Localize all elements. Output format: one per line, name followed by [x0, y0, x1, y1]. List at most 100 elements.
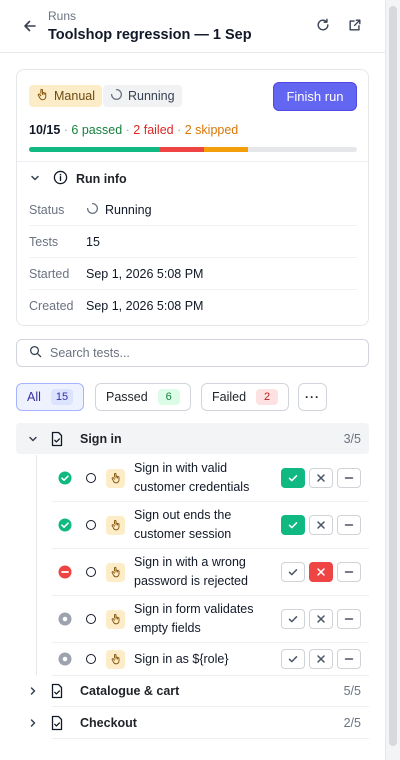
- hand-pointer-icon: [36, 88, 49, 104]
- progress-count: 10/15: [29, 123, 61, 137]
- run-panel: Runs Toolshop regression — 1 Sep Manual …: [0, 0, 386, 760]
- failed-status-icon: [55, 565, 75, 579]
- result-actions: [281, 515, 361, 535]
- test-case-row[interactable]: Sign in with valid customer credentials: [52, 455, 369, 502]
- document-check-icon: [50, 431, 80, 447]
- group-checkout[interactable]: Checkout 2/5: [16, 707, 369, 738]
- mark-failed-button[interactable]: [309, 468, 333, 488]
- test-case-name[interactable]: Sign in form validates empty fields: [134, 600, 274, 638]
- result-actions: [281, 609, 361, 629]
- select-radio[interactable]: [86, 614, 96, 624]
- mark-failed-button[interactable]: [309, 609, 333, 629]
- chevron-right-icon: [16, 717, 50, 729]
- passed-status-icon: [55, 518, 75, 532]
- group-sign-in[interactable]: Sign in 3/5: [16, 423, 369, 454]
- test-case-row[interactable]: Sign in as ${role}: [52, 643, 369, 675]
- group-count: 2/5: [343, 715, 361, 730]
- run-summary-text: 10/15 · 6 passed · 2 failed · 2 skipped: [29, 123, 239, 137]
- refresh-icon[interactable]: [314, 16, 332, 34]
- select-radio[interactable]: [86, 473, 96, 483]
- group-name: Checkout: [80, 715, 137, 730]
- run-info-row-started: Started Sep 1, 2026 5:08 PM: [29, 258, 357, 290]
- divider: [52, 738, 369, 739]
- hand-pointer-icon: [106, 649, 125, 669]
- hand-pointer-icon: [106, 562, 125, 582]
- group-catalogue-cart[interactable]: Catalogue & cart 5/5: [16, 675, 369, 706]
- test-case-row[interactable]: Sign out ends the customer session: [52, 502, 369, 549]
- passed-count: 6 passed: [71, 123, 123, 137]
- mark-skipped-button[interactable]: [337, 468, 361, 488]
- spinner-icon: [86, 202, 99, 218]
- result-actions: [281, 649, 361, 669]
- select-radio[interactable]: [86, 654, 96, 664]
- result-actions: [281, 468, 361, 488]
- back-icon[interactable]: [20, 16, 40, 36]
- mark-passed-button[interactable]: [281, 649, 305, 669]
- document-check-icon: [50, 683, 80, 699]
- search-box: [16, 339, 369, 367]
- external-link-icon[interactable]: [346, 16, 364, 34]
- test-case-name[interactable]: Sign in as ${role}: [134, 650, 274, 669]
- select-radio[interactable]: [86, 520, 96, 530]
- scrollbar-thumb[interactable]: [389, 6, 397, 746]
- run-summary-card: Manual Running Finish run 10/15 · 6 pass…: [16, 69, 369, 326]
- manual-badge: Manual: [29, 85, 102, 107]
- progress-skipped-segment: [204, 147, 248, 152]
- search-icon: [29, 345, 42, 361]
- count-badge: 6: [157, 389, 180, 405]
- running-badge-label: Running: [128, 89, 175, 103]
- test-case-name[interactable]: Sign out ends the customer session: [134, 506, 274, 544]
- mark-passed-button[interactable]: [281, 562, 305, 582]
- mark-failed-button[interactable]: [309, 515, 333, 535]
- filter-passed[interactable]: Passed 6: [95, 383, 191, 411]
- filter-failed[interactable]: Failed 2: [201, 383, 290, 411]
- skipped-count: 2 skipped: [184, 123, 239, 137]
- skipped-status-icon: [55, 652, 75, 666]
- manual-badge-label: Manual: [54, 89, 95, 103]
- group-count: 5/5: [343, 683, 361, 698]
- more-filters-button[interactable]: ···: [298, 383, 327, 411]
- group-name: Sign in: [80, 431, 122, 446]
- scrollbar[interactable]: [386, 0, 400, 760]
- test-case-row[interactable]: Sign in with a wrong password is rejecte…: [52, 549, 369, 596]
- document-check-icon: [50, 715, 80, 731]
- mark-skipped-button[interactable]: [337, 515, 361, 535]
- mark-passed-button[interactable]: [281, 515, 305, 535]
- passed-status-icon: [55, 471, 75, 485]
- mark-failed-button[interactable]: [309, 649, 333, 669]
- chevron-down-icon: [16, 433, 50, 445]
- info-icon: [53, 170, 68, 188]
- search-input[interactable]: [50, 346, 340, 360]
- select-radio[interactable]: [86, 567, 96, 577]
- test-case-row[interactable]: Sign in form validates empty fields: [52, 596, 369, 643]
- failed-count: 2 failed: [133, 123, 174, 137]
- mark-skipped-button[interactable]: [337, 609, 361, 629]
- hand-pointer-icon: [106, 609, 125, 629]
- tree-line: [36, 455, 37, 675]
- panel-header: Runs Toolshop regression — 1 Sep: [0, 0, 385, 53]
- mark-passed-button[interactable]: [281, 468, 305, 488]
- chevron-right-icon: [16, 685, 50, 697]
- mark-skipped-button[interactable]: [337, 649, 361, 669]
- test-case-name[interactable]: Sign in with a wrong password is rejecte…: [134, 553, 274, 591]
- mark-failed-button[interactable]: [309, 562, 333, 582]
- hand-pointer-icon: [106, 468, 125, 488]
- filter-all[interactable]: All 15: [16, 383, 85, 411]
- progress-passed-segment: [29, 147, 160, 152]
- mark-passed-button[interactable]: [281, 609, 305, 629]
- group-count: 3/5: [343, 431, 361, 446]
- mark-skipped-button[interactable]: [337, 562, 361, 582]
- run-info-row-tests: Tests 15: [29, 226, 357, 258]
- hand-pointer-icon: [106, 515, 125, 535]
- count-badge: 2: [256, 389, 279, 405]
- spinner-icon: [110, 88, 123, 104]
- finish-run-button[interactable]: Finish run: [273, 82, 357, 111]
- breadcrumb[interactable]: Runs: [48, 9, 76, 23]
- progress-failed-segment: [160, 147, 204, 152]
- running-badge: Running: [103, 85, 182, 107]
- run-info-heading: Run info: [76, 172, 127, 186]
- test-case-name[interactable]: Sign in with valid customer credentials: [134, 459, 274, 497]
- page-title: Toolshop regression — 1 Sep: [48, 27, 252, 43]
- result-actions: [281, 562, 361, 582]
- run-info-toggle[interactable]: Run info: [29, 169, 127, 189]
